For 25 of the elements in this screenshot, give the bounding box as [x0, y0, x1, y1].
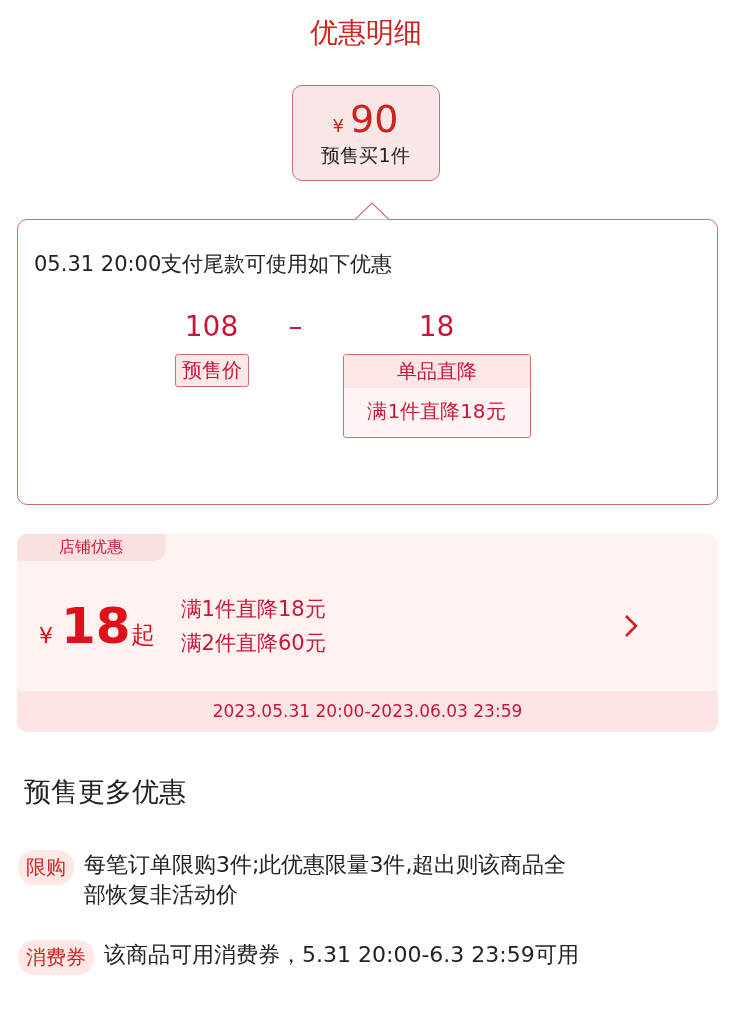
offer-period: 2023.05.31 20:00-2023.06.03 23:59	[17, 691, 718, 732]
price-caption: 预售买1件	[321, 143, 410, 168]
minus-sign: –	[288, 310, 303, 345]
currency-symbol: ¥	[39, 623, 53, 648]
presale-price-tag: 预售价	[174, 354, 249, 387]
discount-rule: 满1件直降18元	[366, 398, 507, 425]
offer-rule: 满1件直降18元	[180, 596, 327, 623]
discount-amount: 18	[418, 310, 455, 344]
offer-description: 该商品可用消费券，5.31 20:00-6.3 23:59可用	[104, 941, 580, 969]
store-offer-tag: 店铺优惠	[17, 534, 165, 561]
offer-tag: 限购	[18, 850, 74, 885]
discount-type: 单品直降	[343, 355, 530, 388]
offer-description: 每笔订单限购3件;此优惠限量3件,超出则该商品全部恢复非活动价	[84, 851, 568, 909]
currency-symbol: ¥	[332, 115, 345, 136]
presale-price: 108	[184, 310, 239, 344]
offer-rule: 满2件直降60元	[180, 630, 327, 657]
chevron-right-icon	[624, 614, 638, 638]
detail-heading: 05.31 20:00支付尾款可使用如下优惠	[34, 251, 394, 278]
offer-tag: 消费券	[18, 940, 94, 975]
sheet-title: 优惠明细	[308, 15, 423, 51]
section-heading: 预售更多优惠	[24, 775, 187, 809]
store-offer-card[interactable]: 店铺优惠 ¥ 18起 满1件直降18元 满2件直降60元 2023.05.31 20:00-2023.06.03 23:59	[17, 534, 718, 732]
offer-amount: 18	[61, 597, 131, 655]
price-amount: 90	[350, 97, 399, 141]
offer-suffix: 起	[130, 620, 155, 651]
